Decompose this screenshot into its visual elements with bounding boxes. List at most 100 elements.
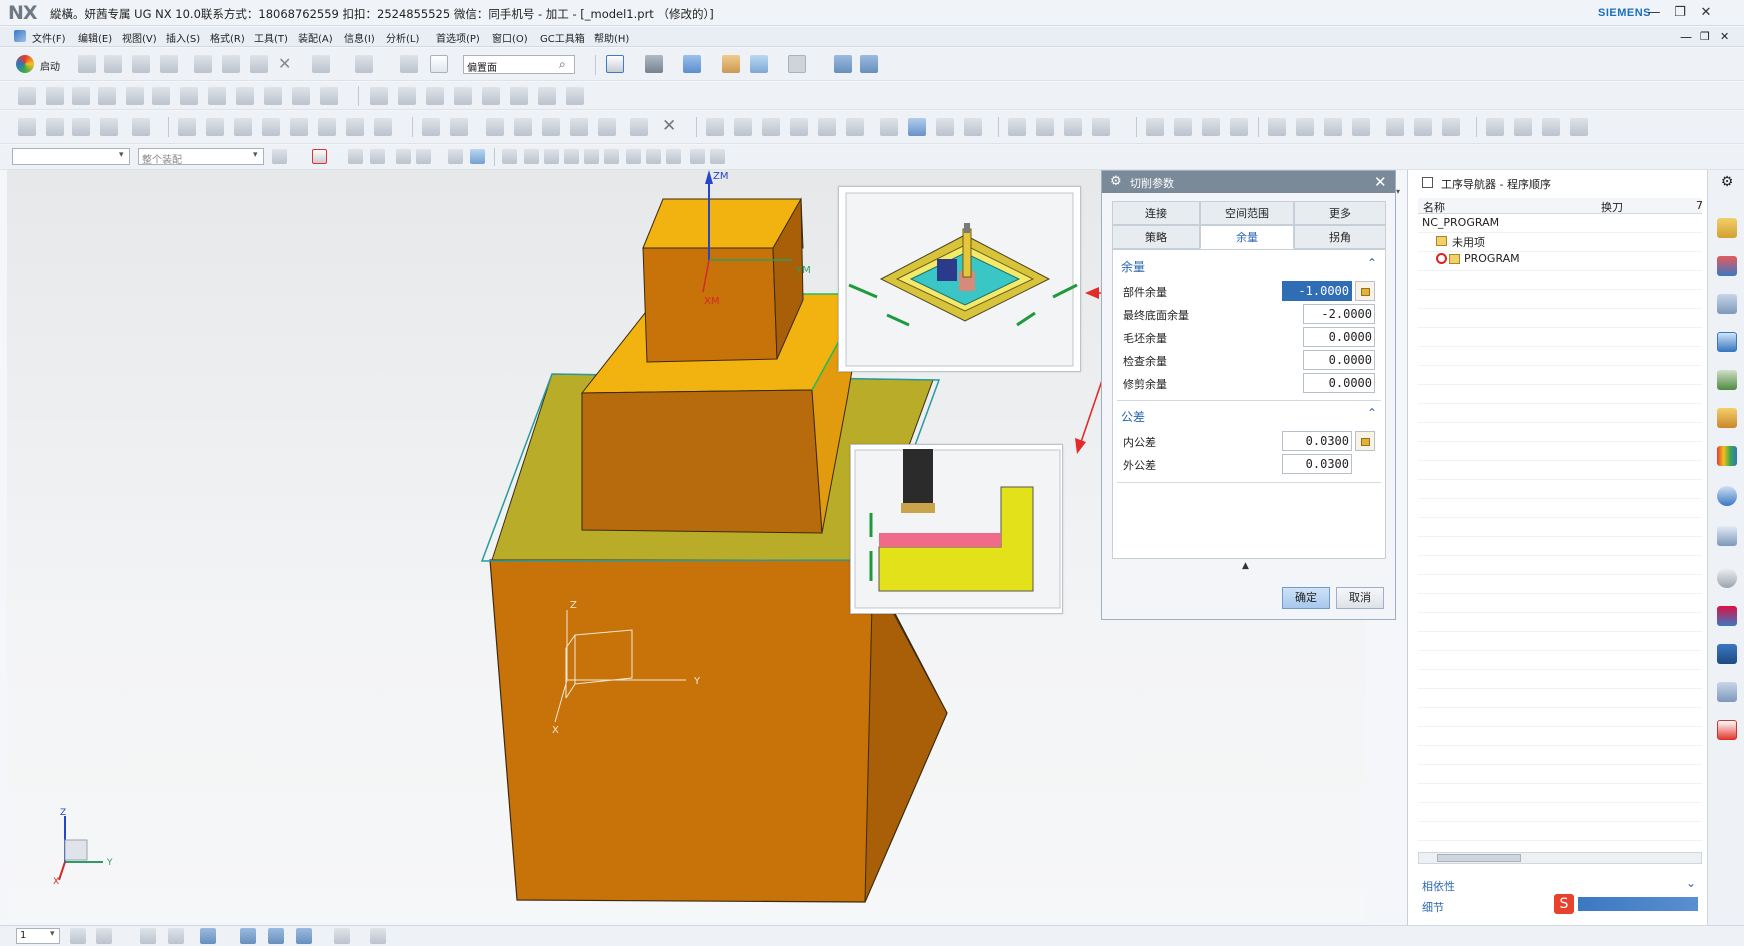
snap-filter-icon-4[interactable] <box>370 149 385 164</box>
feature-icon-35[interactable] <box>1092 118 1110 136</box>
feature-icon-23[interactable] <box>734 118 752 136</box>
feature-icon-17[interactable] <box>514 118 532 136</box>
snap-filter-icon-6[interactable] <box>416 149 431 164</box>
render-style-icon[interactable] <box>645 55 663 73</box>
feature-icon-34[interactable] <box>1064 118 1082 136</box>
feature-icon-46[interactable] <box>1442 118 1460 136</box>
collapse-icon[interactable]: ⌃ <box>1367 406 1377 420</box>
feature-icon-50[interactable] <box>1570 118 1588 136</box>
feature-icon-42[interactable] <box>1324 118 1342 136</box>
column-name[interactable]: 名称 <box>1423 199 1445 215</box>
snap-point-icon-7[interactable] <box>626 149 641 164</box>
cut-icon[interactable] <box>194 55 212 73</box>
select-icon[interactable] <box>355 55 373 73</box>
work-layer-select[interactable]: 1 ▾ <box>16 928 60 944</box>
layer-settings-icon[interactable] <box>70 928 86 944</box>
details-panel[interactable]: 细节 <box>1422 899 1444 915</box>
snap-filter-icon-5[interactable] <box>396 149 411 164</box>
settings-icon[interactable]: ⚙ <box>1717 174 1737 194</box>
search-icon[interactable]: ⌕ <box>559 57 566 72</box>
menu-information[interactable]: 信息(I) <box>344 30 375 45</box>
tree-row-unused[interactable]: 未用项 <box>1418 232 1702 250</box>
type-filter-select[interactable]: ▾ <box>12 148 130 165</box>
lock-icon[interactable] <box>1355 431 1375 451</box>
fit-view-icon[interactable] <box>606 55 624 73</box>
clock-icon[interactable] <box>1717 568 1737 588</box>
intersect-curve-icon[interactable] <box>236 87 254 105</box>
divide-curve-icon[interactable] <box>454 87 472 105</box>
open-file-icon[interactable] <box>104 55 122 73</box>
text-curve-icon[interactable] <box>510 87 528 105</box>
inner-restore-button[interactable]: ❐ <box>1700 30 1710 43</box>
outtol-input[interactable]: 0.0300 <box>1282 454 1352 474</box>
project-curve-icon[interactable] <box>208 87 226 105</box>
feature-icon-27[interactable] <box>846 118 864 136</box>
feature-icon-25[interactable] <box>790 118 808 136</box>
menu-edit[interactable]: 编辑(E) <box>78 30 112 45</box>
measure-icon[interactable] <box>200 928 216 944</box>
part-navigator-icon[interactable] <box>1717 294 1737 314</box>
point-icon[interactable] <box>370 87 388 105</box>
delete-icon[interactable]: ✕ <box>278 54 291 73</box>
tab-stock[interactable]: 余量 <box>1200 225 1294 249</box>
expand-dialog-icon[interactable]: ▲ <box>1242 561 1249 571</box>
intol-input[interactable]: 0.0300 <box>1282 431 1352 451</box>
wcs-dynamics-icon[interactable] <box>168 928 184 944</box>
assembly-navigator-icon[interactable] <box>1717 218 1737 238</box>
move-to-layer-icon[interactable] <box>96 928 112 944</box>
start-button[interactable]: 启动 <box>40 58 60 73</box>
scrollbar-thumb[interactable] <box>1437 854 1521 862</box>
more-curve-icon[interactable] <box>566 87 584 105</box>
feature-icon-4[interactable] <box>100 118 118 136</box>
menu-file[interactable]: 文件(F) <box>32 30 66 45</box>
feature-icon-39[interactable] <box>1230 118 1248 136</box>
snap-point-icon-9[interactable] <box>666 149 681 164</box>
feature-icon-13[interactable] <box>374 118 392 136</box>
feature-icon-32[interactable] <box>1008 118 1026 136</box>
feature-icon-2[interactable] <box>46 118 64 136</box>
save-icon[interactable] <box>132 55 150 73</box>
lock-icon[interactable] <box>1355 281 1375 301</box>
restore-button[interactable]: ❐ <box>1670 4 1690 22</box>
fillet-curve-icon[interactable] <box>398 87 416 105</box>
menu-view[interactable]: 视图(V) <box>122 30 157 45</box>
minimize-button[interactable]: — <box>1644 4 1664 22</box>
snap-point-icon-8[interactable] <box>646 149 661 164</box>
delete-feature-icon[interactable]: ✕ <box>662 116 676 136</box>
snap-filter-icon-3[interactable] <box>348 149 363 164</box>
tab-connection[interactable]: 连接 <box>1112 201 1200 225</box>
input-method-toolbar[interactable] <box>1578 897 1698 911</box>
ruler-icon[interactable] <box>370 928 386 944</box>
inner-minimize-button[interactable]: — <box>1680 30 1692 44</box>
snap-grid-icon[interactable] <box>240 928 256 944</box>
feature-icon-24[interactable] <box>762 118 780 136</box>
process-studio-icon[interactable] <box>1717 644 1737 664</box>
snap-point-icon-2[interactable] <box>524 149 539 164</box>
feature-icon-18[interactable] <box>542 118 560 136</box>
feature-icon-43[interactable] <box>1352 118 1370 136</box>
column-extra[interactable]: 7 <box>1696 199 1703 212</box>
new-file-icon[interactable] <box>78 55 96 73</box>
feature-icon-41[interactable] <box>1296 118 1314 136</box>
tree-row-nc-program[interactable]: NC_PROGRAM <box>1418 214 1702 232</box>
feature-icon-16[interactable] <box>486 118 504 136</box>
close-icon[interactable]: ✕ <box>1374 173 1387 191</box>
feature-icon-21[interactable] <box>630 118 648 136</box>
cancel-button[interactable]: 取消 <box>1336 587 1384 609</box>
view-triad-icon[interactable] <box>296 928 312 944</box>
feature-icon-33[interactable] <box>1036 118 1054 136</box>
navigator-pin-icon[interactable] <box>1422 177 1433 188</box>
feature-icon-8[interactable] <box>234 118 252 136</box>
feature-icon-19[interactable] <box>570 118 588 136</box>
snap-icon[interactable] <box>834 55 852 73</box>
feature-icon-20[interactable] <box>598 118 616 136</box>
assembly-scope-select[interactable]: 整个装配 ▾ <box>138 148 264 166</box>
close-window-button[interactable]: ✕ <box>1696 4 1716 22</box>
snap-point-icon-5[interactable] <box>584 149 599 164</box>
input-method-icon[interactable]: S <box>1554 894 1574 914</box>
chamfer-curve-icon[interactable] <box>426 87 444 105</box>
undo-icon[interactable] <box>312 55 330 73</box>
menu-help[interactable]: 帮助(H) <box>594 30 629 45</box>
check-stock-input[interactable]: 0.0000 <box>1303 350 1375 370</box>
feature-icon-15[interactable] <box>450 118 468 136</box>
